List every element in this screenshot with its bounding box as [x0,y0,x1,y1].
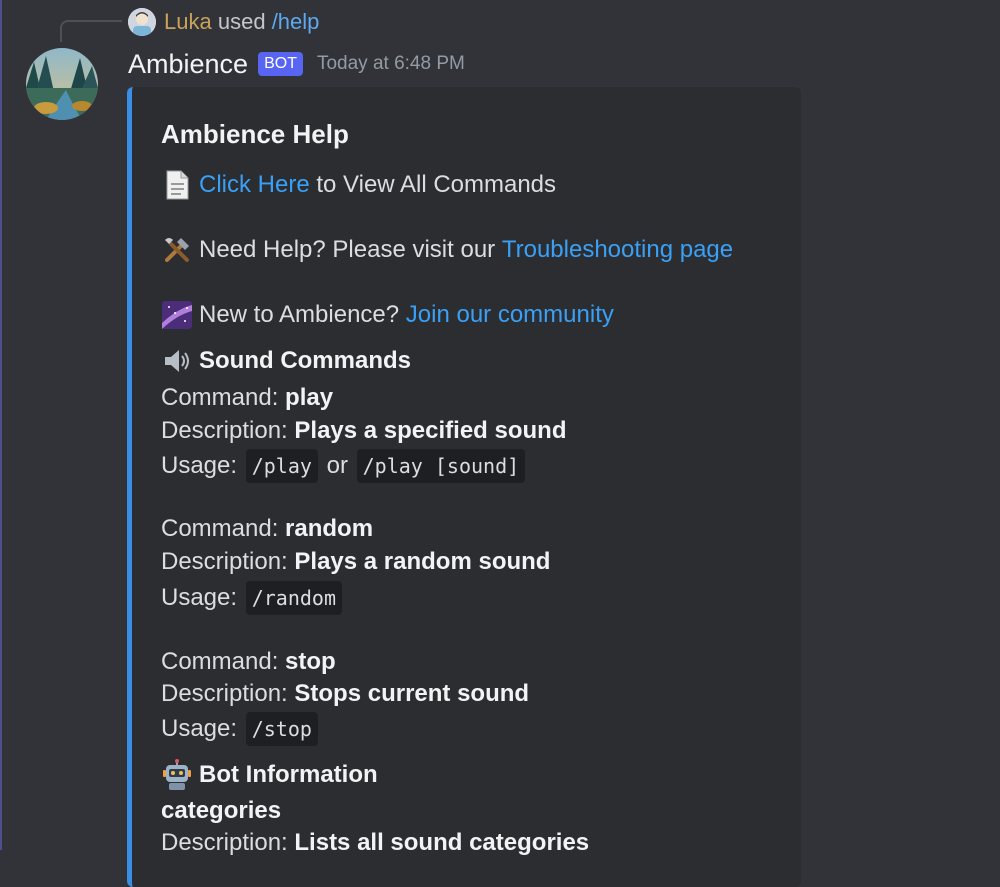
description-row: Description: Plays a random sound [161,548,550,576]
command-label: Command: [161,648,279,675]
usage-join: or [326,452,348,479]
usage-label: Usage: [161,715,238,742]
bot-item-name: categories [161,797,282,824]
usage-row: Usage: /play or /play [sound] [161,449,527,483]
description-text: Stops current sound [294,680,530,707]
sound-commands-title: Sound Commands [199,347,412,374]
usage-row: Usage: /stop [161,712,320,746]
command-label: Command: [161,384,279,411]
community-link[interactable]: Join our community [406,301,614,329]
milky-way-icon [161,299,193,331]
command-name: play [285,384,334,411]
description-label: Description: [161,829,288,856]
description-row: Description: Stops current sound [161,680,529,708]
command-label: Command: [161,515,279,542]
reply-summary: Luka used /help [164,8,319,36]
commands-text: to View All Commands [316,171,557,198]
reply-used-text: used [217,9,266,34]
commands-line: Click Here to View All Commands [161,169,556,201]
command-name: random [285,515,374,542]
help-embed: Ambience Help Click Here to View All Com… [127,87,801,887]
view-commands-link[interactable]: Click Here [199,171,310,199]
command-row: Command: play [161,384,333,412]
usage-label: Usage: [161,452,238,479]
usage-code: /random [245,581,343,615]
tools-icon [161,234,193,266]
description-label: Description: [161,680,288,707]
embed-title: Ambience Help [161,119,349,149]
description-text: Plays a specified sound [294,417,567,444]
bot-badge: BOT [258,52,303,76]
bot-info-title: Bot Information [199,761,378,788]
troubleshooting-link[interactable]: Troubleshooting page [502,236,733,264]
community-line: New to Ambience? Join our community [161,299,614,331]
usage-code: /play [245,449,318,483]
bot-item-description-row: Description: Lists all sound categories [161,829,589,857]
bot-item-row: categories [161,797,281,825]
description-label: Description: [161,417,288,444]
command-name: stop [285,648,336,675]
help-text: Need Help? Please visit our [199,236,496,263]
usage-row: Usage: /random [161,581,344,615]
usage-code: /play [sound] [356,449,526,483]
channel-edge-accent [0,0,2,850]
author-name[interactable]: Ambience [128,49,248,80]
message-header: Ambience BOT Today at 6:48 PM [128,46,465,82]
reply-username[interactable]: Luka [164,9,212,34]
sound-commands-heading: Sound Commands [161,345,411,377]
reply-connector [60,20,122,42]
usage-label: Usage: [161,584,238,611]
bot-avatar[interactable] [26,48,98,120]
description-row: Description: Plays a specified sound [161,417,567,445]
community-text: New to Ambience? [199,301,400,328]
command-row: Command: stop [161,648,336,676]
bot-info-heading: Bot Information [161,759,378,791]
reply-user-avatar[interactable] [128,8,156,36]
message-timestamp[interactable]: Today at 6:48 PM [317,53,465,75]
reply-command[interactable]: /help [272,9,320,34]
speaker-icon [161,345,193,377]
robot-icon [161,759,193,791]
description-label: Description: [161,548,288,575]
usage-code: /stop [245,712,318,746]
description-text: Lists all sound categories [294,829,590,856]
help-line: Need Help? Please visit our Troubleshoot… [161,234,733,266]
description-text: Plays a random sound [294,548,551,575]
command-row: Command: random [161,515,373,543]
page-icon [161,169,193,201]
